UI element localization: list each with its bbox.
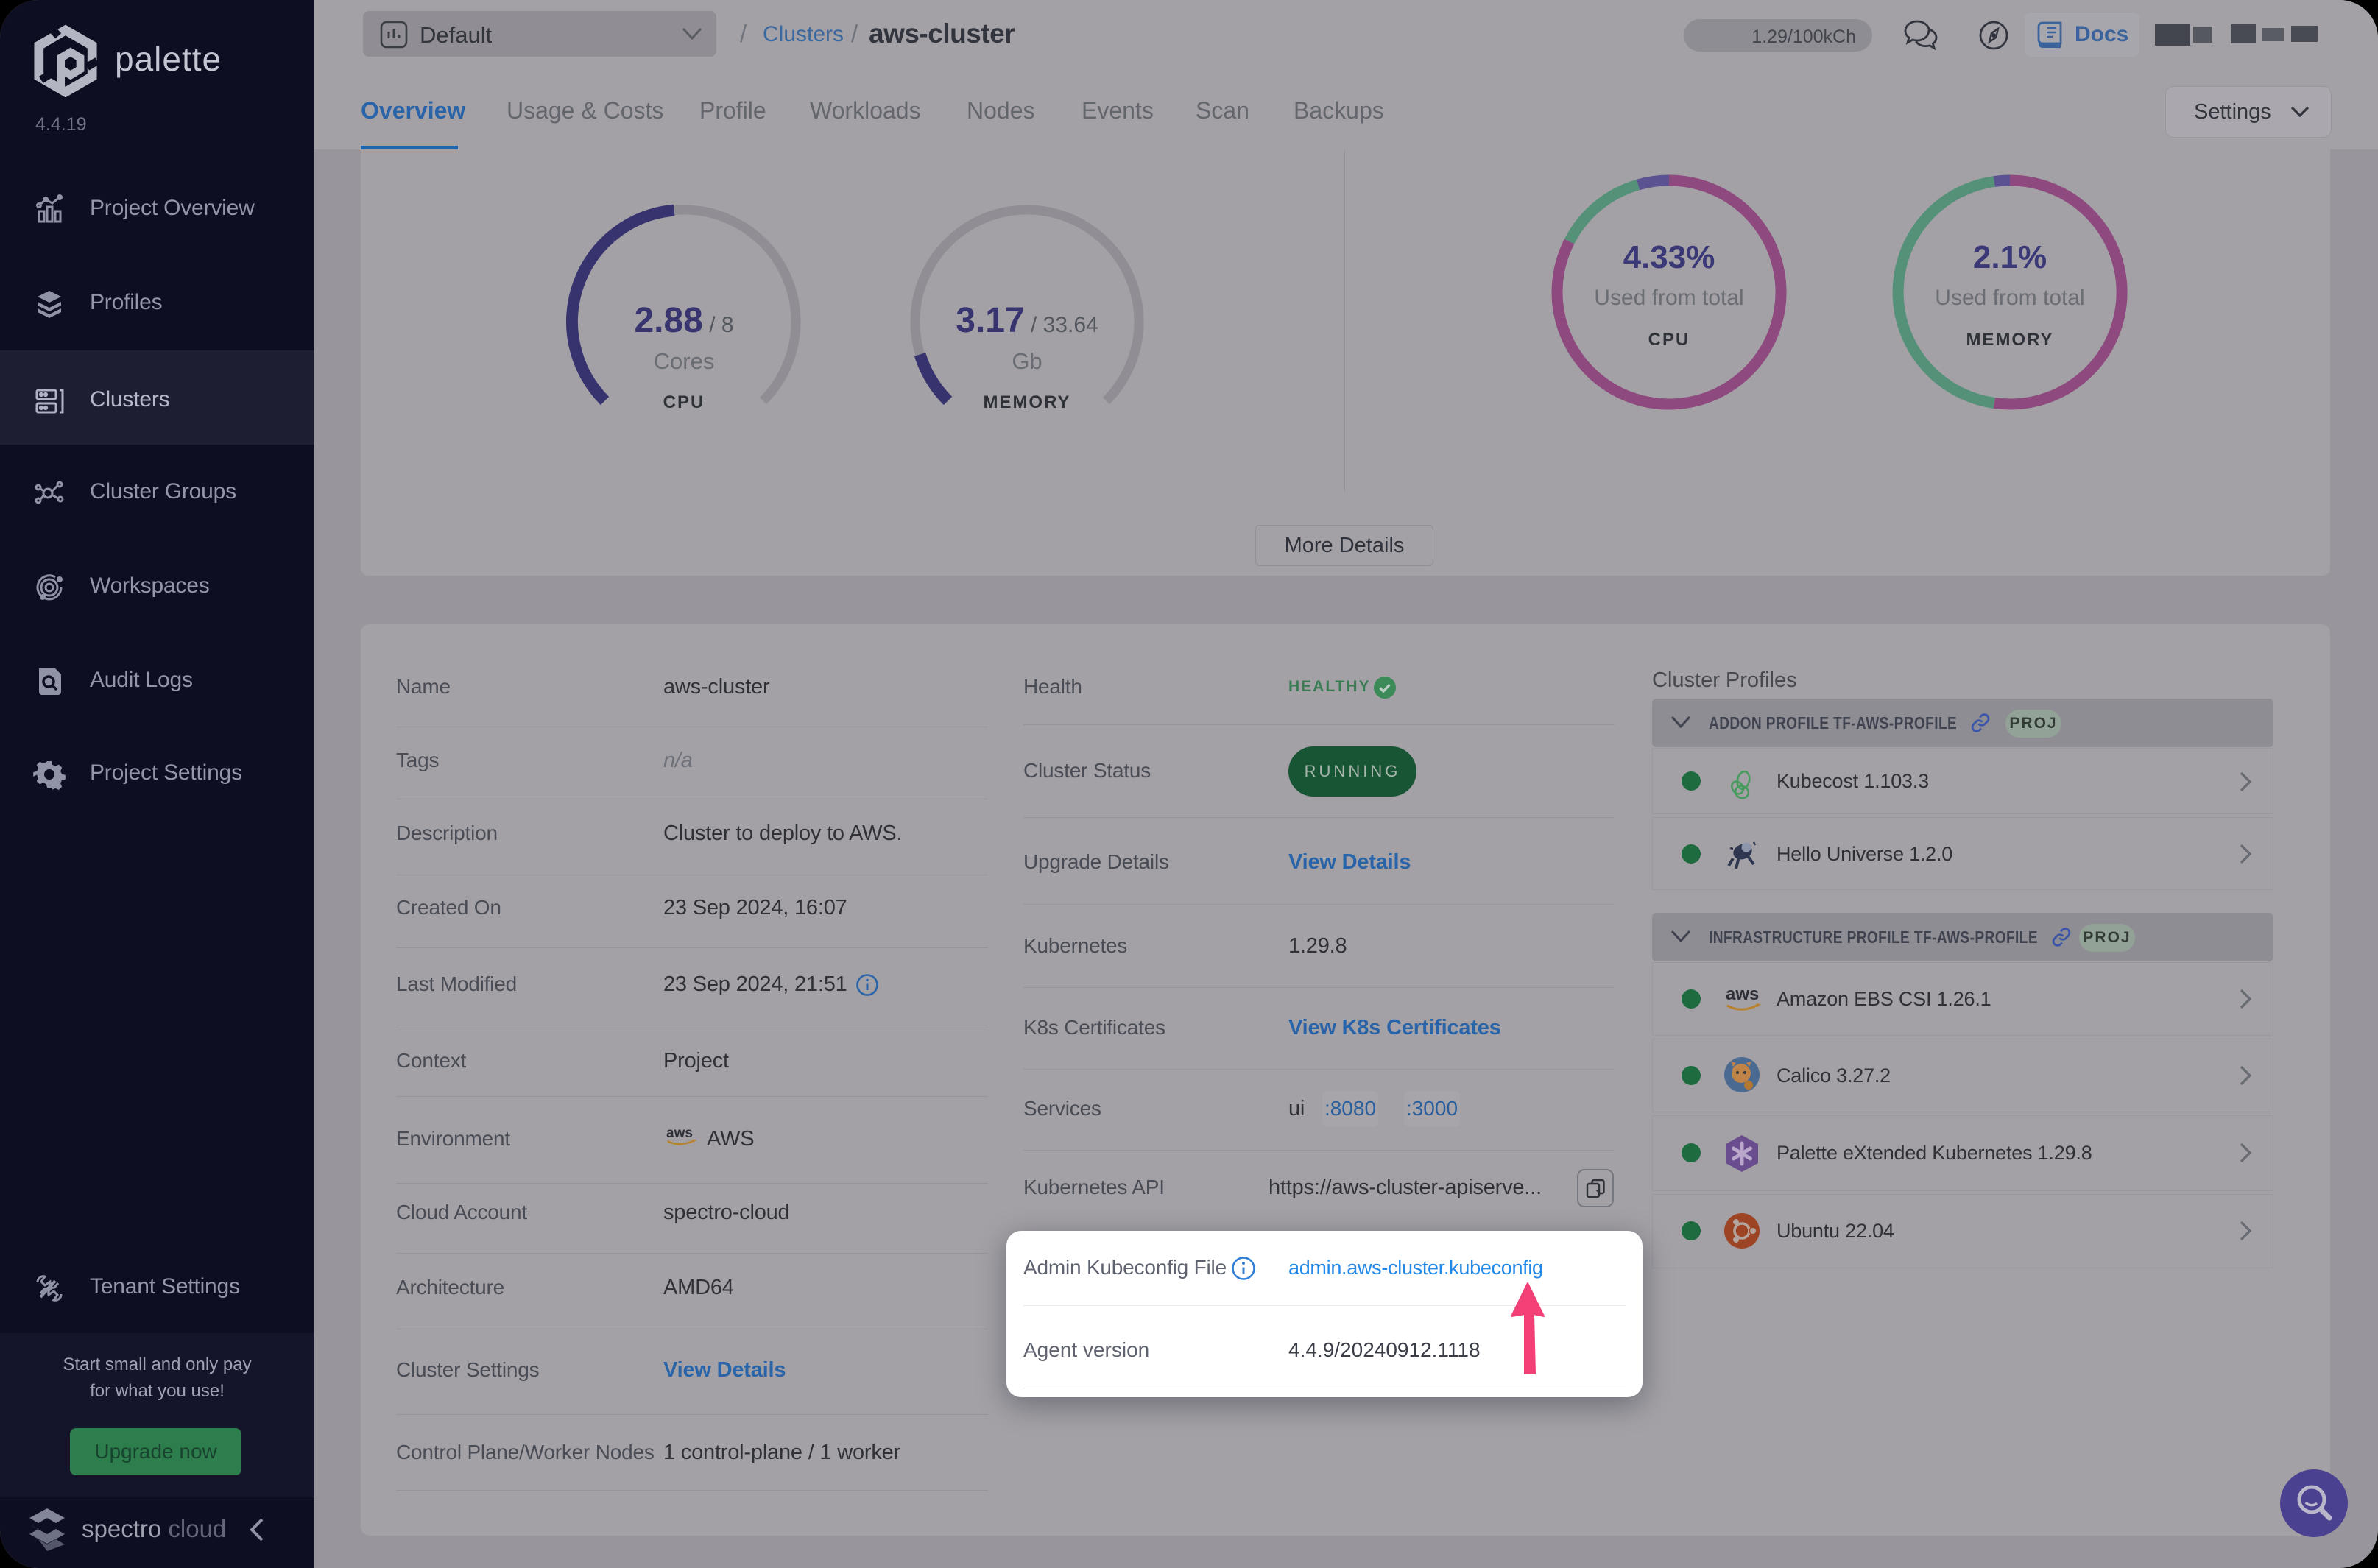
svg-text:aws: aws — [1726, 984, 1759, 1004]
svg-text:aws: aws — [666, 1126, 693, 1141]
